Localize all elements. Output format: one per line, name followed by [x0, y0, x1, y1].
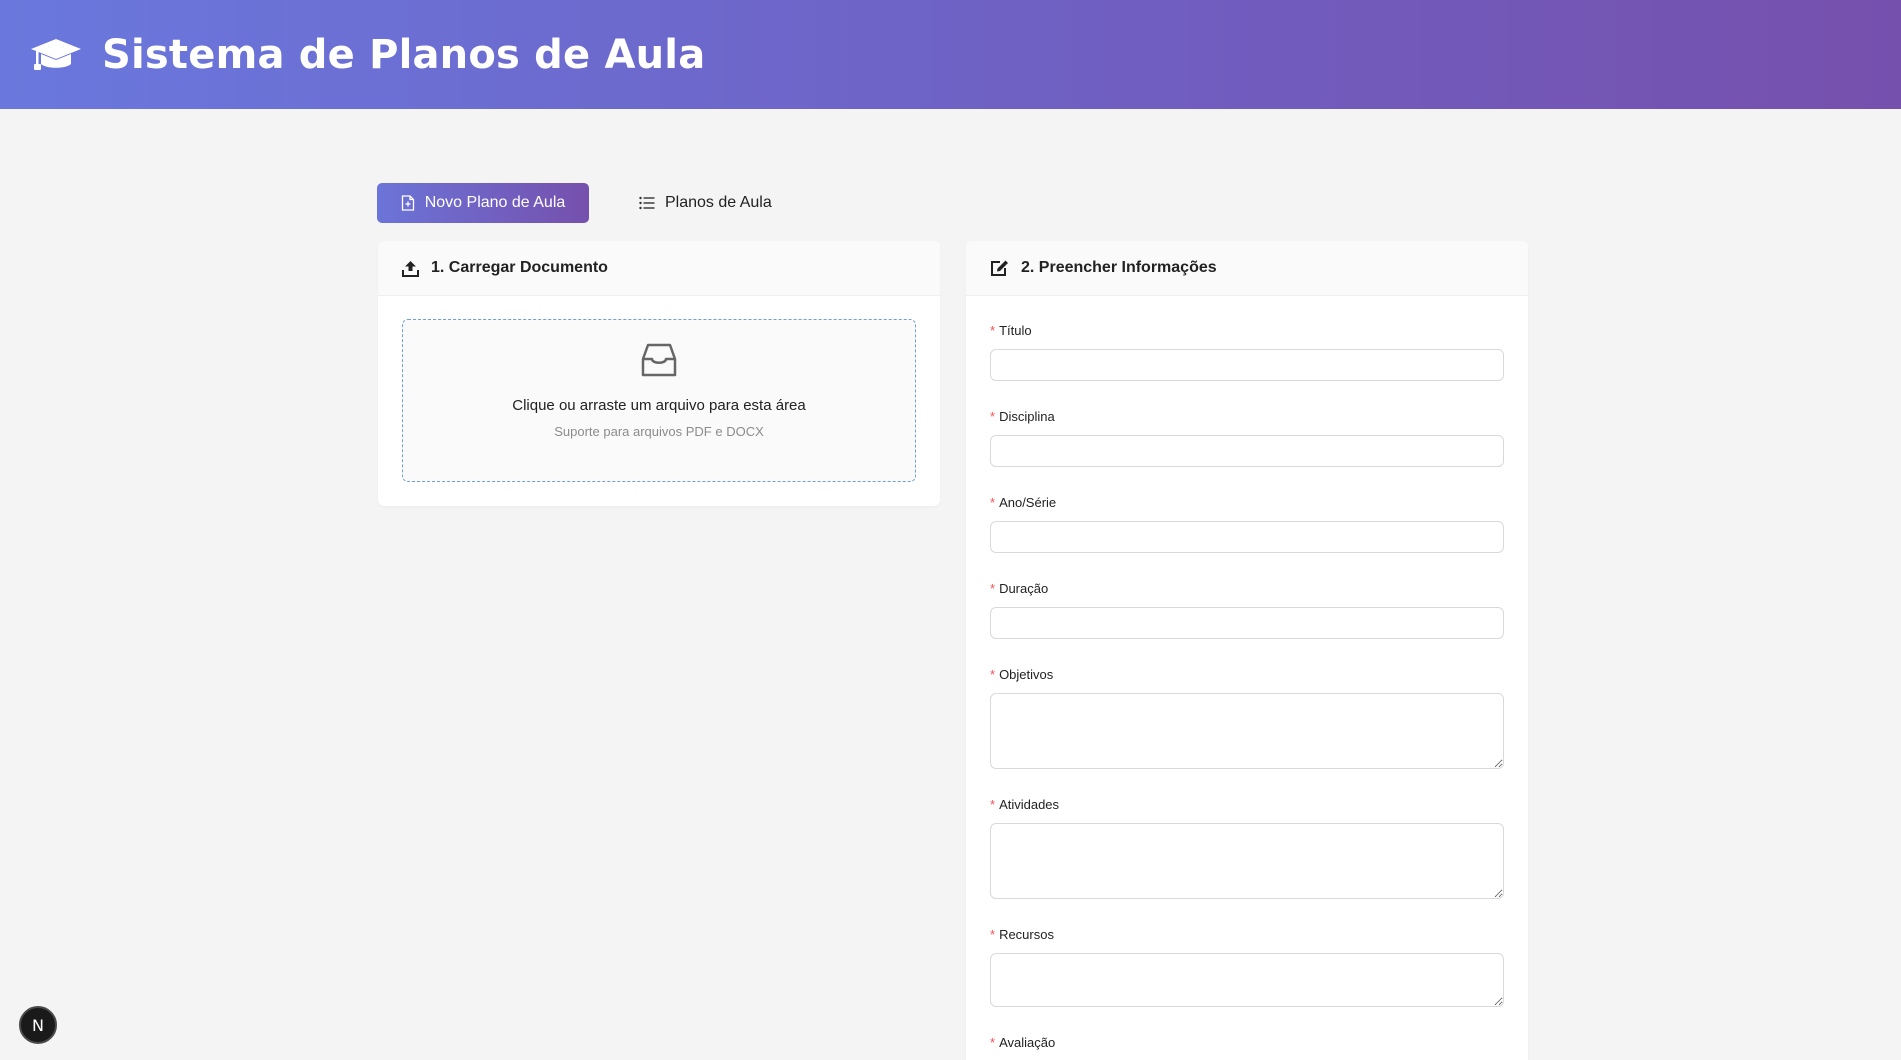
- objetivos-textarea[interactable]: [990, 693, 1504, 769]
- field-label-text: Título: [999, 322, 1032, 338]
- recursos-textarea[interactable]: [990, 953, 1504, 1007]
- field-avaliacao: * Avaliação: [990, 1034, 1504, 1050]
- field-label-text: Objetivos: [999, 666, 1054, 682]
- field-label: * Avaliação: [990, 1034, 1504, 1050]
- dropzone-hint: Suporte para arquivos PDF e DOCX: [554, 424, 764, 439]
- upload-icon: [402, 260, 419, 277]
- field-ano-serie: * Ano/Série: [990, 494, 1504, 553]
- required-mark: *: [990, 580, 996, 596]
- field-disciplina: * Disciplina: [990, 408, 1504, 467]
- atividades-textarea[interactable]: [990, 823, 1504, 899]
- tab-planos[interactable]: Planos de Aula: [639, 183, 772, 223]
- field-label: * Disciplina: [990, 408, 1504, 424]
- field-label: * Atividades: [990, 796, 1504, 812]
- field-label-text: Avaliação: [999, 1034, 1056, 1050]
- inbox-icon: [641, 343, 677, 377]
- app-header: Sistema de Planos de Aula: [0, 0, 1901, 109]
- required-mark: *: [990, 494, 996, 510]
- field-label: * Ano/Série: [990, 494, 1504, 510]
- page-title: Sistema de Planos de Aula: [102, 31, 706, 78]
- form-card-header: 2. Preencher Informações: [966, 241, 1528, 296]
- file-dropzone[interactable]: Clique ou arraste um arquivo para esta á…: [402, 319, 916, 482]
- titulo-input[interactable]: [990, 349, 1504, 381]
- field-label: * Título: [990, 322, 1504, 338]
- field-label: * Objetivos: [990, 666, 1504, 682]
- graduation-cap-icon: [30, 35, 82, 75]
- required-mark: *: [990, 666, 996, 682]
- field-atividades: * Atividades: [990, 796, 1504, 899]
- field-label: * Recursos: [990, 926, 1504, 942]
- upload-card: 1. Carregar Documento Clique ou arraste …: [378, 241, 940, 506]
- field-label-text: Atividades: [999, 796, 1060, 812]
- tab-label: Planos de Aula: [665, 194, 772, 211]
- duracao-input[interactable]: [990, 607, 1504, 639]
- required-mark: *: [990, 408, 996, 424]
- required-mark: *: [990, 322, 996, 338]
- field-label-text: Ano/Série: [999, 494, 1057, 510]
- upload-card-title: 1. Carregar Documento: [431, 259, 608, 276]
- field-label-text: Duração: [999, 580, 1049, 596]
- required-mark: *: [990, 796, 996, 812]
- field-objetivos: * Objetivos: [990, 666, 1504, 769]
- field-titulo: * Título: [990, 322, 1504, 381]
- form-card: 2. Preencher Informações * Título * Discip…: [966, 241, 1528, 1060]
- field-duracao: * Duração: [990, 580, 1504, 639]
- tab-label: Novo Plano de Aula: [424, 194, 566, 211]
- list-icon: [639, 196, 655, 210]
- required-mark: *: [990, 926, 996, 942]
- tab-novo-plano[interactable]: Novo Plano de Aula: [377, 183, 589, 223]
- field-recursos: * Recursos: [990, 926, 1504, 1007]
- required-mark: *: [990, 1034, 996, 1050]
- field-label-text: Recursos: [999, 926, 1054, 942]
- disciplina-input[interactable]: [990, 435, 1504, 467]
- tab-bar: Novo Plano de Aula Planos de Aula: [377, 183, 772, 223]
- file-add-icon: [401, 195, 414, 211]
- dropzone-text: Clique ou arraste um arquivo para esta á…: [512, 397, 806, 414]
- edit-icon: [991, 260, 1008, 276]
- form-card-title: 2. Preencher Informações: [1021, 259, 1217, 276]
- dev-tools-badge[interactable]: N: [19, 1006, 57, 1044]
- upload-card-header: 1. Carregar Documento: [378, 241, 940, 296]
- field-label: * Duração: [990, 580, 1504, 596]
- field-label-text: Disciplina: [999, 408, 1055, 424]
- ano-serie-input[interactable]: [990, 521, 1504, 553]
